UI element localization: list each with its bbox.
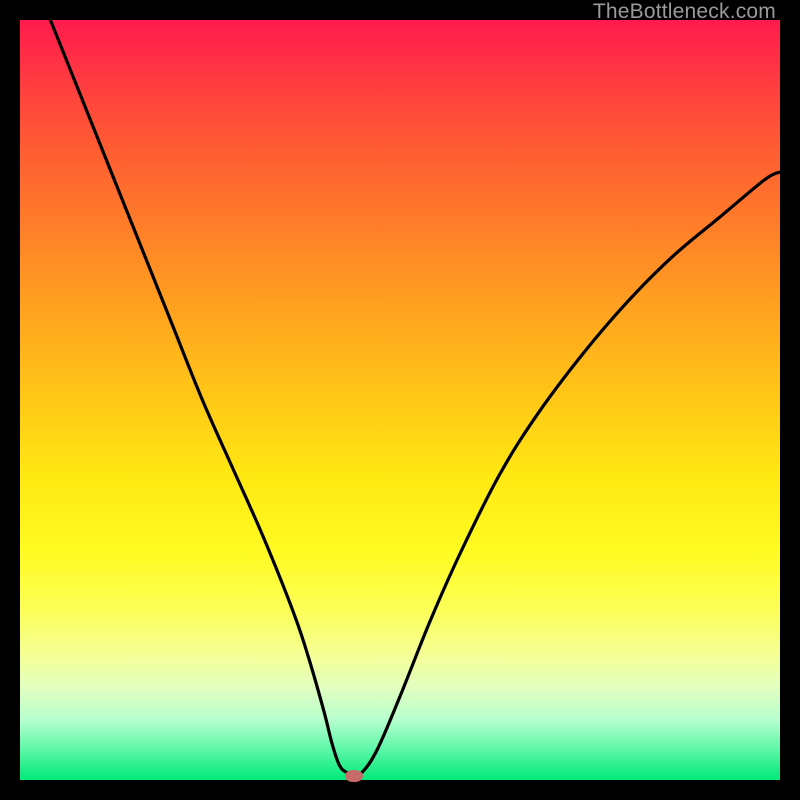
chart-frame: TheBottleneck.com — [0, 0, 800, 800]
bottleneck-curve-line — [50, 20, 780, 774]
curve-svg — [20, 20, 780, 780]
plot-area — [20, 20, 780, 780]
optimum-marker — [345, 770, 363, 782]
